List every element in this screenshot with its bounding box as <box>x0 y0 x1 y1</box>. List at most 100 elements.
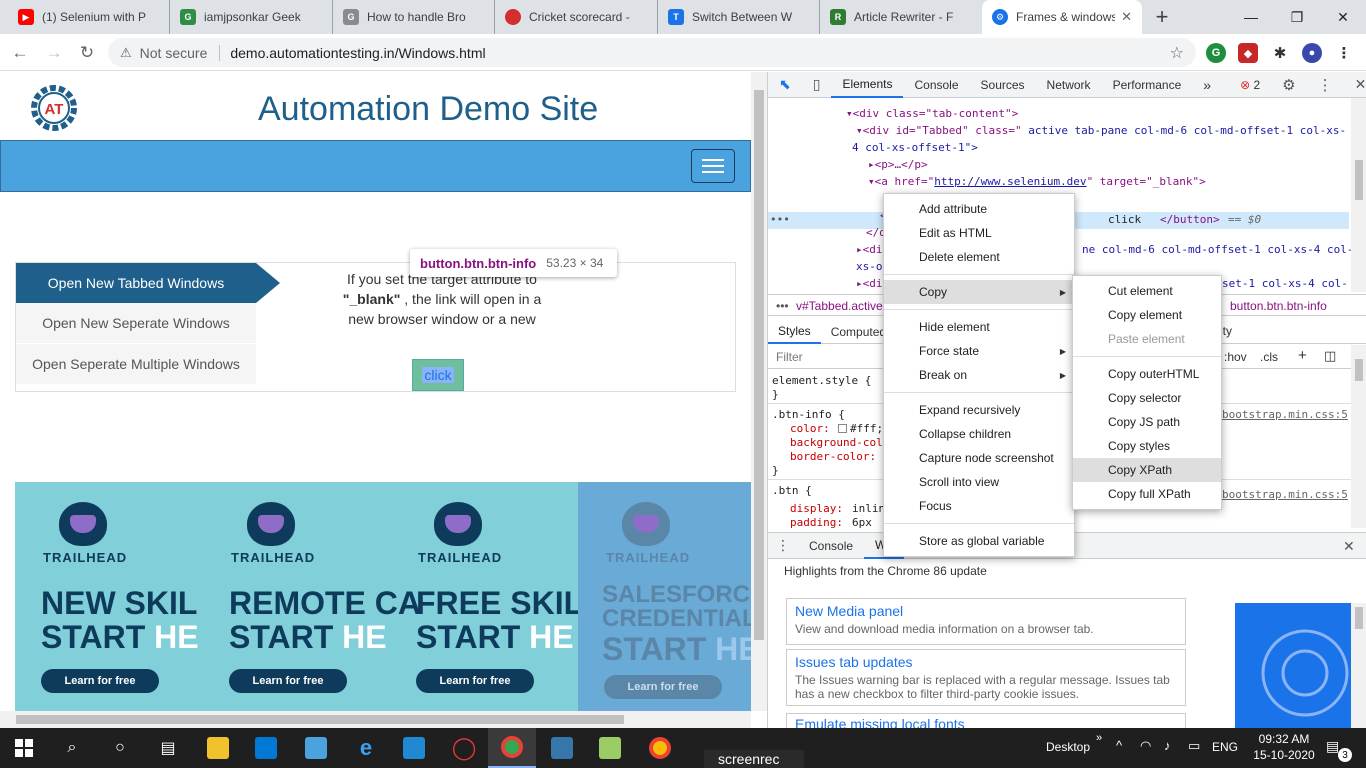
tab-open-new-seperate-windows[interactable]: Open New Seperate Windows <box>16 303 256 343</box>
learn-for-free-button[interactable]: Learn for free <box>229 669 347 693</box>
store-icon[interactable] <box>242 728 290 768</box>
banner-card[interactable]: TRAILHEAD NEW SKIL START HE Learn for fr… <box>15 482 203 711</box>
menu-kebab-icon[interactable]: ⋮ <box>1334 43 1354 63</box>
devtools-menu-icon[interactable]: ⋮ <box>1307 72 1344 98</box>
search-icon[interactable]: ⌕ <box>48 728 96 768</box>
dom-line[interactable]: ▾<div class="tab-content"> <box>846 106 1018 123</box>
menu-paste-element[interactable]: Paste element <box>1073 327 1221 351</box>
menu-copy-js-path[interactable]: Copy JS path <box>1073 410 1221 434</box>
forward-arrow-icon[interactable]: → <box>42 41 66 65</box>
menu-hide-element[interactable]: Hide element <box>884 315 1074 339</box>
menu-scroll-into-view[interactable]: Scroll into view <box>884 470 1074 494</box>
notepad-icon[interactable] <box>586 728 634 768</box>
chrome-icon[interactable] <box>488 728 536 768</box>
tab-open-new-tabbed-windows[interactable]: Open New Tabbed Windows <box>16 263 256 303</box>
breadcrumb-dots[interactable]: ••• <box>776 299 789 313</box>
tab-open-seperate-multiple-windows[interactable]: Open Seperate Multiple Windows <box>16 344 256 384</box>
toggle-sidebar-icon[interactable]: ◫ <box>1324 348 1336 364</box>
css-source-link[interactable]: bootstrap.min.css:5 <box>1222 488 1348 502</box>
menu-delete-element[interactable]: Delete element <box>884 245 1074 269</box>
file-explorer-icon[interactable] <box>194 728 242 768</box>
css-prop[interactable]: background-col <box>790 436 883 450</box>
menu-edit-as-html[interactable]: Edit as HTML <box>884 221 1074 245</box>
shield-icon[interactable]: ◆ <box>1238 43 1258 63</box>
close-tab-icon[interactable]: ✕ <box>1121 9 1132 25</box>
news-title[interactable]: Issues tab updates <box>795 654 1177 670</box>
dom-line[interactable]: set-1 col-xs-4 col- <box>1222 276 1348 292</box>
menu-copy[interactable]: Copy ▶ <box>884 280 1074 304</box>
dom-line[interactable]: ▾<div id="Tabbed" class=" active tab-pan… <box>856 123 1346 140</box>
browser-tab-3[interactable]: G How to handle Bro <box>333 0 495 34</box>
grammarly-icon[interactable]: G <box>1206 43 1226 63</box>
menu-capture-node-screenshot[interactable]: Capture node screenshot <box>884 446 1074 470</box>
reload-icon[interactable]: ↻ <box>75 41 99 65</box>
menu-expand-recursively[interactable]: Expand recursively <box>884 398 1074 422</box>
omnibox[interactable]: ⚠ Not secure demo.automationtesting.in/W… <box>108 38 1196 67</box>
task-view-icon[interactable]: ▤ <box>144 728 192 768</box>
cortana-icon[interactable]: ○ <box>96 728 144 768</box>
close-devtools-icon[interactable]: ✕ <box>1344 72 1366 98</box>
wifi-icon[interactable]: ◠ <box>1140 738 1151 754</box>
css-selector[interactable]: .btn-info { <box>772 408 845 422</box>
close-window-button[interactable]: ✕ <box>1320 0 1366 34</box>
add-rule-icon[interactable]: + <box>1298 347 1307 364</box>
cls-toggle[interactable]: .cls <box>1260 350 1278 364</box>
hamburger-menu-button[interactable] <box>691 149 735 183</box>
learn-for-free-button[interactable]: Learn for free <box>416 669 534 693</box>
styles-scrollbar[interactable] <box>1351 345 1366 528</box>
control-panel-icon[interactable] <box>292 728 340 768</box>
bookmark-star-icon[interactable]: ☆ <box>1170 43 1184 63</box>
breadcrumb-item[interactable]: v#Tabbed.active <box>796 299 883 313</box>
warning-icon[interactable]: ⚠ <box>120 45 132 61</box>
tab-elements[interactable]: Elements <box>831 72 904 98</box>
css-prop[interactable]: padding: <box>790 516 843 528</box>
tab-styles[interactable]: Styles <box>768 320 821 344</box>
dom-line[interactable]: ▸<p>…</p> <box>868 157 928 174</box>
news-card[interactable]: Emulate missing local fonts <box>786 713 1186 729</box>
trailhead-banner[interactable]: TRAILHEAD NEW SKIL START HE Learn for fr… <box>15 482 751 711</box>
clock-time[interactable]: 09:32 AM <box>1254 732 1314 746</box>
css-value[interactable]: 6px <box>852 516 872 528</box>
menu-copy-outerhtml[interactable]: Copy outerHTML <box>1073 362 1221 386</box>
windows-start-icon[interactable] <box>0 728 48 768</box>
tab-console[interactable]: Console <box>903 72 969 98</box>
desktop-label[interactable]: Desktop <box>1046 740 1090 754</box>
python-icon[interactable] <box>538 728 586 768</box>
browser-tab-active[interactable]: ⚙ Frames & windows ✕ <box>982 0 1142 34</box>
banner-card[interactable]: TRAILHEAD REMOTE CA START HE Learn for f… <box>203 482 421 711</box>
browser-tab-2[interactable]: G iamjpsonkar Geek <box>170 0 333 34</box>
dom-ellipsis[interactable]: ••• <box>770 212 790 229</box>
chrome-icon-2[interactable] <box>636 728 684 768</box>
css-source-link[interactable]: bootstrap.min.css:5 <box>1222 408 1348 422</box>
chevron-icon[interactable]: » <box>1096 732 1102 744</box>
menu-copy-element[interactable]: Copy element <box>1073 303 1221 327</box>
browser-tab-6[interactable]: R Article Rewriter - F <box>820 0 982 34</box>
profile-avatar[interactable]: ● <box>1302 43 1322 63</box>
error-badge[interactable]: ⊗ 2 <box>1222 72 1271 98</box>
scrollbar-thumb[interactable] <box>16 715 624 724</box>
browser-tab-1[interactable]: ▶ (1) Selenium with P <box>8 0 170 34</box>
back-arrow-icon[interactable]: ← <box>8 41 32 65</box>
menu-focus[interactable]: Focus <box>884 494 1074 518</box>
settings-gear-icon[interactable]: ⚙ <box>1271 72 1306 98</box>
scrollbar-thumb[interactable] <box>1355 359 1363 381</box>
tray-up-icon[interactable]: ^ <box>1116 738 1122 753</box>
dom-line[interactable]: xs-o <box>856 259 883 276</box>
maximize-button[interactable]: ❐ <box>1274 0 1320 34</box>
news-card[interactable]: Issues tab updates The Issues warning ba… <box>786 649 1186 706</box>
drawer-scrollbar[interactable] <box>1351 603 1366 729</box>
more-tabs-button[interactable]: » <box>1192 72 1222 98</box>
dom-line[interactable]: ▸<di <box>856 276 883 292</box>
drawer-tab-console[interactable]: Console <box>798 533 864 559</box>
dom-line[interactable]: 4 col-xs-offset-1"> <box>852 140 978 157</box>
menu-copy-styles[interactable]: Copy styles <box>1073 434 1221 458</box>
language-indicator[interactable]: ENG <box>1212 740 1238 754</box>
learn-for-free-button[interactable]: Learn for free <box>41 669 159 693</box>
browser-tab-5[interactable]: T Switch Between W <box>658 0 820 34</box>
css-value[interactable]: #fff; <box>850 422 883 436</box>
styles-filter-input[interactable]: Filter <box>776 350 803 364</box>
security-label[interactable]: Not secure <box>140 45 208 61</box>
new-tab-button[interactable]: + <box>1142 0 1182 34</box>
menu-store-as-global-variable[interactable]: Store as global variable <box>884 529 1074 553</box>
learn-for-free-button[interactable]: Learn for free <box>604 675 722 699</box>
